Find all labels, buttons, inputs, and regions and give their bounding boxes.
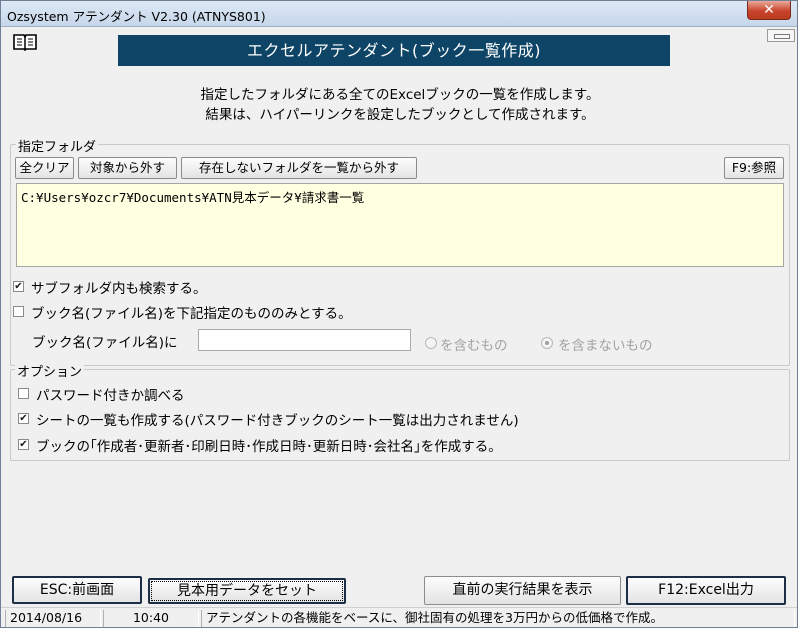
check-icon: ✔ [19,439,28,450]
remove-missing-folders-button[interactable]: 存在しないフォルダを一覧から外す [181,157,417,179]
folder-path-item[interactable]: C:¥Users¥ozcr7¥Documents¥ATN見本データ¥請求書一覧 [21,187,779,206]
status-bar: 2014/08/16 10:40 アテンダントの各機能をベースに、御社固有の処理… [1,607,797,627]
description-line-2: 結果は、ハイパーリンクを設定したブックとして作成されます。 [205,107,595,123]
close-button[interactable]: ✕ [747,1,791,20]
password-check-checkbox[interactable] [18,388,29,399]
show-last-result-button[interactable]: 直前の実行結果を表示 [424,576,621,605]
name-filter-checkbox[interactable] [13,306,24,317]
book-info-checkbox[interactable]: ✔ [18,439,29,450]
main-window: Ozsystem アテンダント V2.30 (ATNYS801) ✕ エクセルア… [0,0,798,628]
not-contains-label: を含まないもの [558,338,653,354]
sheet-list-label: シートの一覧も作成する(パスワード付きブックのシート一覧は出力されません) [36,413,519,429]
set-sample-data-button[interactable]: 見本用データをセット [148,578,346,604]
subfolder-label: サブフォルダ内も検索する。 [31,281,207,297]
clear-all-button[interactable]: 全クリア [15,157,74,179]
not-contains-radio[interactable] [541,337,553,349]
status-date: 2014/08/16 [5,610,101,627]
book-name-label: ブック名(ファイル名)に [32,335,178,351]
minimize-panel-button[interactable] [767,29,795,42]
folder-group-label: 指定フォルダ [16,136,99,155]
description-line-1: 指定したフォルダにある全てのExcelブックの一覧を作成します。 [200,87,600,103]
status-message: アテンダントの各機能をベースに、御社固有の処理を3万円からの低価格で作成。 [201,610,795,627]
subfolder-checkbox[interactable]: ✔ [13,281,24,292]
password-check-label: パスワード付きか調べる [36,388,185,404]
folder-list[interactable]: C:¥Users¥ozcr7¥Documents¥ATN見本データ¥請求書一覧 [16,183,784,267]
excel-output-button[interactable]: F12:Excel出力 [626,576,786,605]
status-time: 10:40 [103,610,199,627]
close-icon: ✕ [763,2,775,18]
book-icon [13,34,37,51]
check-icon: ✔ [19,413,28,424]
window-title: Ozsystem アテンダント V2.30 (ATNYS801) [7,9,266,24]
exclude-button[interactable]: 対象から外す [78,157,177,179]
sheet-list-checkbox[interactable]: ✔ [18,413,29,424]
browse-button[interactable]: F9:参照 [724,157,784,179]
contains-radio[interactable] [425,337,437,349]
screen-title-banner: エクセルアテンダント(ブック一覧作成) [118,35,670,66]
title-bar[interactable]: Ozsystem アテンダント V2.30 (ATNYS801) ✕ [1,1,797,27]
book-info-label: ブックの｢作成者･更新者･印刷日時･作成日時･更新日時･会社名｣を作成する。 [36,439,502,455]
contains-label: を含むもの [440,338,508,354]
check-icon: ✔ [14,281,23,292]
options-group-label: オプション [15,361,85,380]
esc-back-button[interactable]: ESC:前画面 [12,576,142,604]
book-name-input[interactable] [198,329,411,351]
name-filter-label: ブック名(ファイル名)を下記指定のもののみとする。 [31,306,352,322]
